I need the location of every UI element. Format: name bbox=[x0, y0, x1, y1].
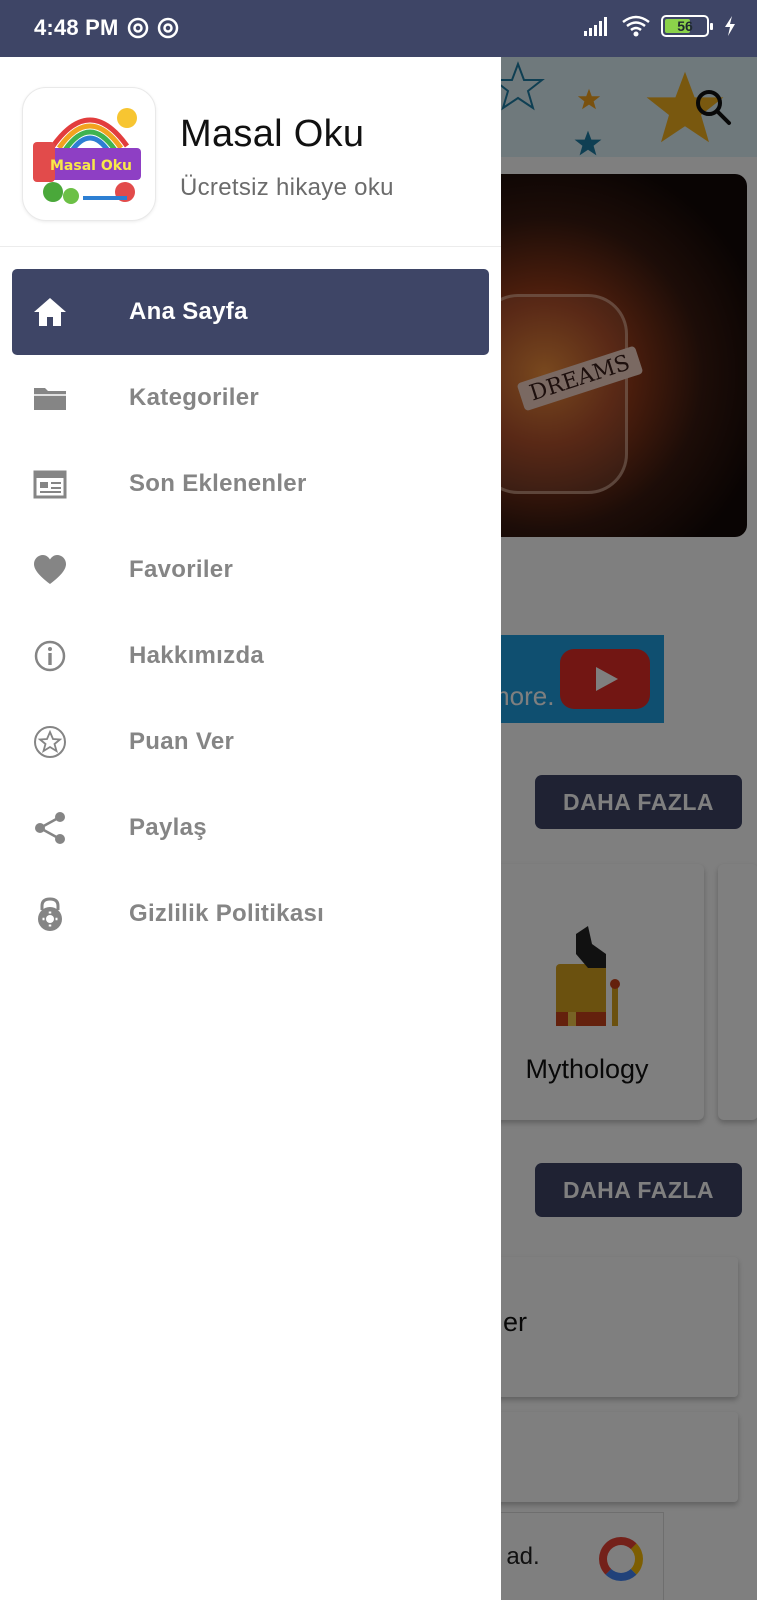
menu-item-label: Kategoriler bbox=[129, 384, 260, 411]
at-sign-icon bbox=[157, 17, 179, 39]
heart-icon bbox=[34, 555, 66, 584]
logo-text: Masal Oku bbox=[50, 158, 132, 174]
navigation-drawer: Masal Oku Masal Oku Ücretsiz hikaye oku … bbox=[0, 57, 501, 1600]
status-bar: 4:48 PM 56 bbox=[0, 0, 757, 57]
drawer-menu: Ana Sayfa Kategoriler Son Eklenenler Fav… bbox=[0, 269, 501, 957]
menu-item-favorites[interactable]: Favoriler bbox=[0, 527, 501, 613]
app-subtitle: Ücretsiz hikaye oku bbox=[180, 174, 394, 201]
menu-item-label: Hakkımızda bbox=[129, 642, 265, 669]
menu-item-recent[interactable]: Son Eklenenler bbox=[0, 441, 501, 527]
folder-icon bbox=[34, 388, 66, 410]
calendar-icon bbox=[33, 470, 67, 499]
menu-item-label: Son Eklenenler bbox=[129, 470, 307, 497]
menu-item-about[interactable]: Hakkımızda bbox=[0, 613, 501, 699]
wifi-icon bbox=[622, 15, 650, 37]
charging-icon bbox=[725, 16, 735, 36]
home-icon bbox=[34, 298, 66, 326]
menu-item-home[interactable]: Ana Sayfa bbox=[12, 269, 489, 355]
at-sign-icon bbox=[127, 17, 149, 39]
battery-level: 56 bbox=[677, 18, 693, 34]
menu-item-categories[interactable]: Kategoriler bbox=[0, 355, 501, 441]
battery-icon: 56 bbox=[661, 15, 713, 37]
menu-item-label: Paylaş bbox=[129, 814, 207, 841]
share-icon bbox=[35, 812, 65, 844]
app-logo: Masal Oku bbox=[22, 87, 156, 221]
menu-item-label: Favoriler bbox=[129, 556, 234, 583]
star-icon bbox=[34, 726, 66, 758]
clock: 4:48 PM bbox=[34, 15, 119, 40]
menu-item-label: Gizlilik Politikası bbox=[129, 900, 325, 927]
menu-item-label: Ana Sayfa bbox=[129, 298, 248, 325]
signal-icon bbox=[584, 17, 607, 36]
lock-icon bbox=[38, 897, 62, 931]
app-name: Masal Oku bbox=[180, 113, 365, 155]
menu-item-rate[interactable]: Puan Ver bbox=[0, 699, 501, 785]
menu-item-privacy[interactable]: Gizlilik Politikası bbox=[0, 871, 501, 957]
app-logo-image: Masal Oku bbox=[33, 108, 141, 204]
menu-item-label: Puan Ver bbox=[129, 728, 235, 755]
drawer-header: Masal Oku Masal Oku Ücretsiz hikaye oku bbox=[0, 57, 501, 247]
info-icon bbox=[34, 640, 66, 672]
menu-item-share[interactable]: Paylaş bbox=[0, 785, 501, 871]
